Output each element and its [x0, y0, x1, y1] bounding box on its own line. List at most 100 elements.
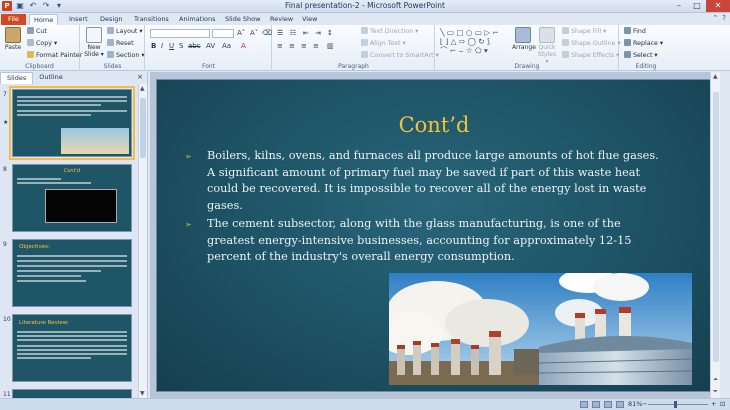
previous-slide-icon[interactable]: ⏶ — [713, 376, 718, 384]
slide-title[interactable]: Cont’d — [157, 113, 711, 137]
slide-thumbnail-11[interactable]: 11 — [0, 389, 138, 398]
bullets-icon[interactable]: ☰ — [277, 29, 283, 37]
text-line — [17, 104, 101, 106]
font-name-input[interactable] — [150, 29, 210, 38]
new-slide-button[interactable]: New Slide ▾ — [83, 27, 105, 58]
reading-view-icon[interactable] — [604, 401, 612, 408]
find-button[interactable]: Find — [624, 27, 646, 36]
align-right-icon[interactable]: ≡ — [301, 42, 307, 50]
thumbnail-image: Objectives: — [12, 239, 132, 307]
next-slide-icon[interactable]: ⏷ — [713, 388, 718, 396]
align-text-button[interactable]: Align Text ▾ — [361, 39, 406, 48]
zoom-slider-handle[interactable] — [674, 401, 677, 408]
paste-button[interactable]: Paste — [2, 27, 24, 51]
shape-fill-button[interactable]: Shape Fill ▾ — [562, 27, 606, 36]
shape-outline-icon — [562, 39, 569, 46]
zoom-level[interactable]: 81% — [628, 400, 642, 408]
bullet-text-2[interactable]: The cement subsector, along with the gla… — [207, 216, 667, 266]
minimize-ribbon-icon[interactable]: ⌃ — [712, 14, 718, 22]
decrease-indent-icon[interactable]: ⇤ — [303, 29, 309, 37]
underline-icon[interactable]: U — [169, 42, 174, 50]
scroll-up-icon[interactable]: ▲ — [140, 85, 145, 92]
change-case-icon[interactable]: Aa — [222, 42, 231, 50]
reset-button[interactable]: Reset — [107, 39, 134, 48]
text-line — [17, 110, 127, 112]
line-spacing-icon[interactable]: ↕ — [327, 29, 333, 37]
slide-thumbnail-8[interactable]: 8 Cont'd — [0, 164, 138, 236]
tab-insert[interactable]: Insert — [65, 14, 92, 25]
shrink-font-icon[interactable]: A˅ — [250, 29, 258, 37]
current-slide[interactable]: Cont’d ➢ Boilers, kilns, ovens, and furn… — [156, 79, 712, 392]
tab-outline[interactable]: Outline — [33, 72, 69, 84]
align-text-icon — [361, 39, 368, 46]
slide-sorter-icon[interactable] — [592, 401, 600, 408]
scroll-thumb[interactable] — [140, 98, 146, 158]
tab-slide-show[interactable]: Slide Show — [221, 14, 264, 25]
shape-effects-button[interactable]: Shape Effects ▾ — [562, 51, 619, 60]
tab-view[interactable]: View — [298, 14, 321, 25]
shape-outline-button[interactable]: Shape Outline ▾ — [562, 39, 621, 48]
zoom-slider[interactable] — [648, 404, 708, 405]
slide-show-icon[interactable] — [616, 401, 624, 408]
scroll-down-icon[interactable]: ▼ — [140, 390, 145, 397]
character-spacing-icon[interactable]: AV — [206, 42, 215, 50]
tab-design[interactable]: Design — [96, 14, 126, 25]
ribbon: Paste Cut Copy ▾ Format Painter Clipboar… — [0, 25, 730, 71]
numbering-icon[interactable]: ☷ — [290, 29, 296, 37]
strikethrough-icon[interactable]: abc — [188, 42, 201, 50]
align-left-icon[interactable]: ≡ — [277, 42, 283, 50]
section-button[interactable]: Section ▾ — [107, 51, 145, 60]
columns-icon[interactable]: ▥ — [327, 42, 334, 50]
convert-smartart-button[interactable]: Convert to SmartArt ▾ — [361, 51, 439, 60]
select-button[interactable]: Select ▾ — [624, 51, 658, 60]
zoom-out-button[interactable]: − — [642, 400, 647, 408]
bullet-text-1[interactable]: Boilers, kilns, ovens, and furnaces all … — [207, 148, 667, 214]
increase-indent-icon[interactable]: ⇥ — [315, 29, 321, 37]
arrange-button[interactable]: Arrange — [512, 27, 536, 51]
slide-thumbnail-9[interactable]: 9 Objectives: — [0, 239, 138, 311]
help-icon[interactable]: ? — [722, 14, 726, 22]
grow-font-icon[interactable]: A˄ — [237, 29, 245, 37]
close-panel-icon[interactable]: × — [137, 73, 143, 81]
replace-button[interactable]: Replace ▾ — [624, 39, 663, 48]
panel-scrollbar[interactable]: ▲ ▼ — [138, 84, 147, 398]
layout-button[interactable]: Layout ▾ — [107, 27, 143, 36]
zoom-in-button[interactable]: + — [711, 400, 716, 408]
clear-format-icon[interactable]: ⌫ — [262, 29, 272, 37]
scroll-up-icon[interactable]: ▲ — [713, 73, 718, 80]
slide-scrollbar[interactable]: ▲ ⏶ ⏷ — [710, 72, 720, 398]
italic-icon[interactable]: I — [161, 42, 163, 50]
close-button[interactable]: ✕ — [706, 0, 730, 12]
copy-icon — [27, 39, 34, 46]
cement-plant-photo[interactable] — [389, 273, 692, 385]
minimize-button[interactable]: – — [670, 0, 688, 12]
tab-file[interactable]: File — [1, 14, 26, 25]
maximize-button[interactable]: □ — [688, 0, 706, 12]
bullet-arrow-icon: ➢ — [185, 220, 192, 229]
fit-slide-icon[interactable]: ⊡ — [720, 400, 725, 408]
normal-view-icon[interactable] — [580, 401, 588, 408]
font-size-input[interactable] — [212, 29, 234, 38]
text-direction-button[interactable]: Text Direction ▾ — [361, 27, 418, 36]
quick-styles-button[interactable]: Quick Styles ▾ — [536, 27, 558, 65]
slide-thumbnail-7[interactable]: 7 ★ — [0, 86, 140, 161]
justify-icon[interactable]: ≡ — [313, 42, 319, 50]
tab-transitions[interactable]: Transitions — [130, 14, 173, 25]
slide-thumbnail-10[interactable]: 10 Literature Review: — [0, 314, 138, 386]
thumbnail-title: Cont'd — [63, 168, 81, 174]
cut-button[interactable]: Cut — [27, 27, 47, 36]
shapes-gallery[interactable]: ╲▭▢○▭▷⌐ ⌊⌋△⇨◯↻⟆ ⌒⌐⌣☆⬠▾ — [440, 28, 502, 55]
bold-icon[interactable]: B — [151, 42, 156, 50]
tab-animations[interactable]: Animations — [175, 14, 220, 25]
shadow-icon[interactable]: S — [179, 42, 183, 50]
section-icon — [107, 51, 114, 58]
align-center-icon[interactable]: ≡ — [289, 42, 295, 50]
font-color-icon[interactable]: A — [241, 42, 246, 50]
tab-home[interactable]: Home — [29, 14, 59, 25]
format-painter-button[interactable]: Format Painter — [27, 51, 82, 60]
tab-review[interactable]: Review — [266, 14, 297, 25]
layout-icon — [107, 27, 114, 34]
tab-slides[interactable]: Slides — [0, 72, 34, 84]
copy-button[interactable]: Copy ▾ — [27, 39, 57, 48]
scroll-thumb[interactable] — [713, 92, 719, 362]
